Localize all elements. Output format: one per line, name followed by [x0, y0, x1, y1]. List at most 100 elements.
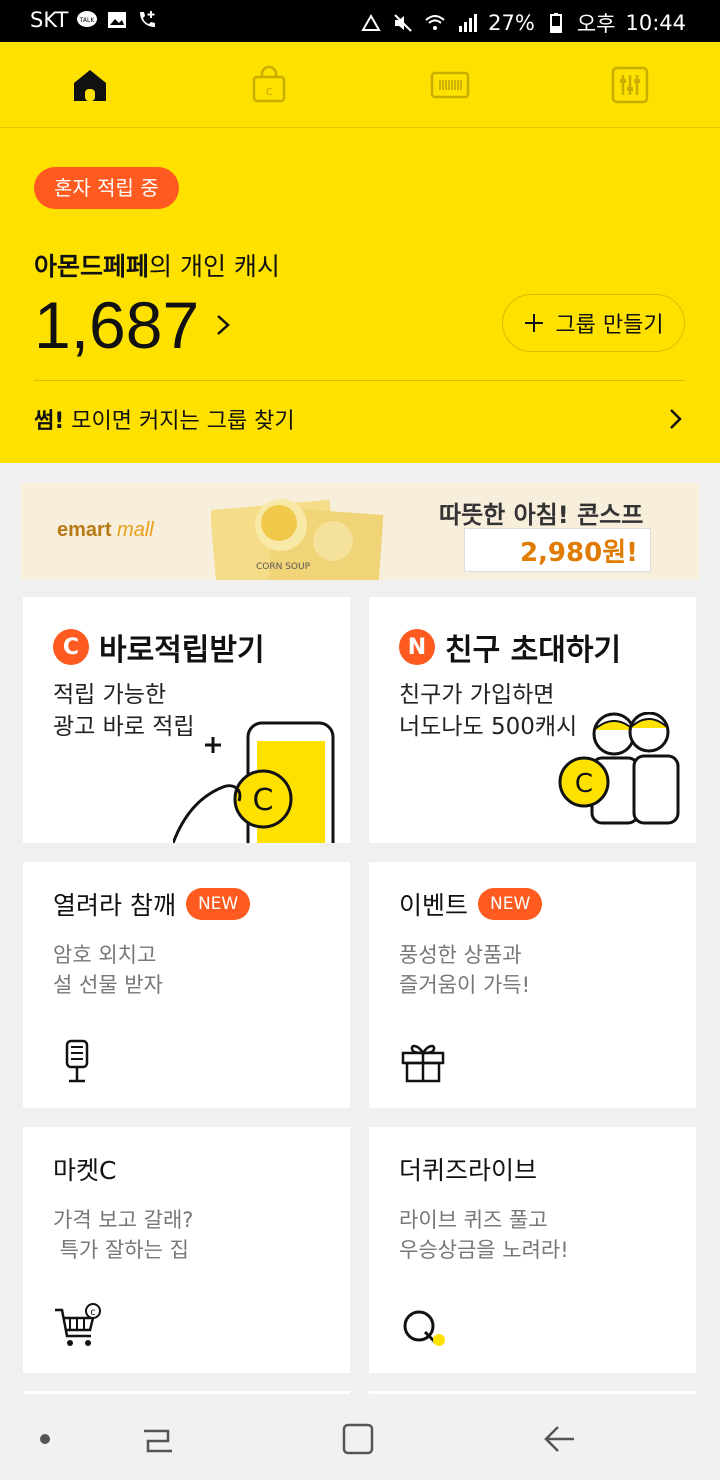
chevron-right-icon: [670, 409, 682, 429]
invite-friend-desc-line1: 친구가 가입하면: [399, 682, 555, 708]
tab-home[interactable]: [66, 62, 114, 108]
ad-banner[interactable]: emart mall CORN SOUP 따뜻한 아침! 콘스프 2,980원!: [21, 483, 699, 580]
carrier-label: SKT: [30, 8, 69, 32]
tab-barcode[interactable]: [426, 62, 474, 108]
ad-logo-sub: mall: [117, 519, 154, 541]
shopping-bag-icon: c: [252, 65, 286, 103]
phone-coin-illustration: C: [173, 721, 335, 843]
recent-apps-icon[interactable]: [138, 1419, 178, 1459]
battery-percent: 27%: [488, 11, 535, 35]
quiz-live-title-row: 더퀴즈라이브: [399, 1151, 537, 1187]
instant-reward-title-row: C 바로적립받기: [53, 625, 265, 669]
data-sync-icon: [361, 13, 381, 31]
ad-price-box: 2,980원!: [464, 528, 651, 572]
wallet-owner-line: 아몬드페페의 개인 캐시: [34, 247, 280, 283]
new-n-icon: N: [399, 629, 435, 665]
balance-link[interactable]: 1,687: [34, 287, 235, 363]
invite-friend-title: 친구 초대하기: [445, 633, 622, 668]
event-title: 이벤트: [399, 891, 469, 920]
instant-reward-card[interactable]: C 바로적립받기 적립 가능한 광고 바로 적립 C: [23, 597, 350, 843]
event-title-row: 이벤트 NEW: [399, 886, 543, 922]
emart-mall-logo: emart mall: [57, 519, 154, 542]
quiz-live-card[interactable]: 더퀴즈라이브 라이브 퀴즈 풀고 우승상금을 노려라!: [369, 1127, 696, 1373]
chevron-right-icon: [217, 315, 231, 335]
find-group-text: 썸! 모이면 커지는 그룹 찾기: [34, 403, 295, 435]
cash-c-icon: C: [53, 629, 89, 665]
find-group-bold: 썸!: [34, 409, 65, 434]
instant-reward-title: 바로적립받기: [99, 633, 265, 668]
tab-shop[interactable]: c: [245, 62, 293, 108]
quiz-live-desc-line1: 라이브 퀴즈 풀고: [399, 1208, 548, 1232]
ad-logo-main: emart: [57, 519, 112, 541]
market-c-desc-line2: 특가 잘하는 집: [53, 1238, 189, 1262]
open-sesame-card[interactable]: 열려라 참깨 NEW 암호 외치고 설 선물 받자: [23, 862, 350, 1108]
gift-box-icon: [401, 1044, 445, 1083]
microphone-icon: [65, 1039, 89, 1083]
open-sesame-desc: 암호 외치고 설 선물 받자: [53, 940, 163, 1000]
create-group-label: 그룹 만들기: [555, 313, 664, 338]
battery-icon: [549, 13, 562, 33]
invite-friend-desc-line2: 너도나도 500캐시: [399, 714, 578, 740]
back-arrow-icon[interactable]: [540, 1419, 580, 1459]
owner-suffix: 의 개인 캐시: [149, 252, 280, 281]
settings-sliders-icon: [611, 66, 649, 104]
new-badge: NEW: [478, 888, 543, 920]
quiz-live-title: 더퀴즈라이브: [399, 1156, 538, 1185]
create-group-button[interactable]: 그룹 만들기: [502, 294, 685, 352]
find-group-rest: 모이면 커지는 그룹 찾기: [64, 409, 295, 434]
owner-name: 아몬드페페: [34, 252, 150, 281]
saving-status-badge: 혼자 적립 중: [34, 167, 179, 209]
open-sesame-title-row: 열려라 참깨 NEW: [53, 886, 251, 922]
friends-coin-illustration: C: [558, 712, 680, 825]
event-desc-line1: 풍성한 상품과: [399, 943, 522, 967]
market-c-card[interactable]: 마켓C 가격 보고 갈래? 특가 잘하는 집 c: [23, 1127, 350, 1373]
svg-text:c: c: [266, 84, 273, 98]
call-add-icon: [140, 11, 156, 27]
event-desc: 풍성한 상품과 즐거움이 가득!: [399, 940, 530, 1000]
corn-soup-product-image: CORN SOUP: [211, 499, 384, 580]
find-group-link[interactable]: 썸! 모이면 커지는 그룹 찾기: [34, 394, 685, 444]
svg-text:C: C: [253, 783, 274, 818]
open-sesame-desc-line2: 설 선물 받자: [53, 973, 163, 997]
divider: [34, 380, 685, 381]
wifi-icon: [425, 15, 445, 30]
event-desc-line2: 즐거움이 가득!: [399, 973, 531, 997]
quiz-live-desc-line2: 우승상금을 노려라!: [399, 1238, 569, 1262]
gallery-icon: [108, 12, 127, 28]
tab-settings[interactable]: [606, 62, 654, 108]
ad-headline: 따뜻한 아침! 콘스프: [439, 501, 644, 529]
signal-icon: [459, 14, 478, 32]
talk-badge-text: TALK: [79, 17, 96, 24]
status-bar: SKT TALK 27% 오후 10:44: [0, 0, 720, 42]
shopping-cart-icon: c: [55, 1303, 101, 1346]
invite-friend-card[interactable]: N 친구 초대하기 친구가 가입하면 너도나도 500캐시 C: [369, 597, 696, 843]
new-badge: NEW: [185, 888, 251, 920]
market-c-title: 마켓C: [53, 1156, 117, 1185]
plus-icon: [525, 314, 544, 332]
home-icon: [74, 70, 106, 101]
ad-price: 2,980원!: [519, 537, 638, 568]
cash-balance: 1,687: [34, 288, 200, 362]
svg-text:C: C: [575, 769, 593, 799]
open-sesame-title: 열려라 참깨: [53, 891, 176, 920]
open-sesame-desc-line1: 암호 외치고: [53, 943, 157, 967]
market-c-title-row: 마켓C: [53, 1151, 116, 1187]
home-button-icon[interactable]: [338, 1419, 378, 1459]
instant-reward-desc-line1: 적립 가능한: [53, 682, 167, 708]
dot-icon[interactable]: [25, 1419, 65, 1459]
invite-friend-desc: 친구가 가입하면 너도나도 500캐시: [399, 679, 577, 743]
mute-icon: [394, 14, 412, 32]
time-ampm: 오후: [576, 12, 616, 36]
kakaotalk-notification-icon: TALK: [77, 11, 98, 27]
time-label: 10:44: [625, 11, 686, 35]
market-c-desc: 가격 보고 갈래? 특가 잘하는 집: [53, 1205, 193, 1265]
market-c-desc-line1: 가격 보고 갈래?: [53, 1208, 194, 1232]
system-navigation-bar: [0, 1394, 720, 1480]
ad-product-label: CORN SOUP: [256, 562, 311, 572]
top-tab-bar: c: [0, 42, 720, 128]
barcode-icon: [430, 71, 470, 99]
quiz-live-desc: 라이브 퀴즈 풀고 우승상금을 노려라!: [399, 1205, 569, 1265]
invite-friend-title-row: N 친구 초대하기: [399, 625, 621, 669]
svg-text:c: c: [90, 1307, 96, 1318]
event-card[interactable]: 이벤트 NEW 풍성한 상품과 즐거움이 가득!: [369, 862, 696, 1108]
